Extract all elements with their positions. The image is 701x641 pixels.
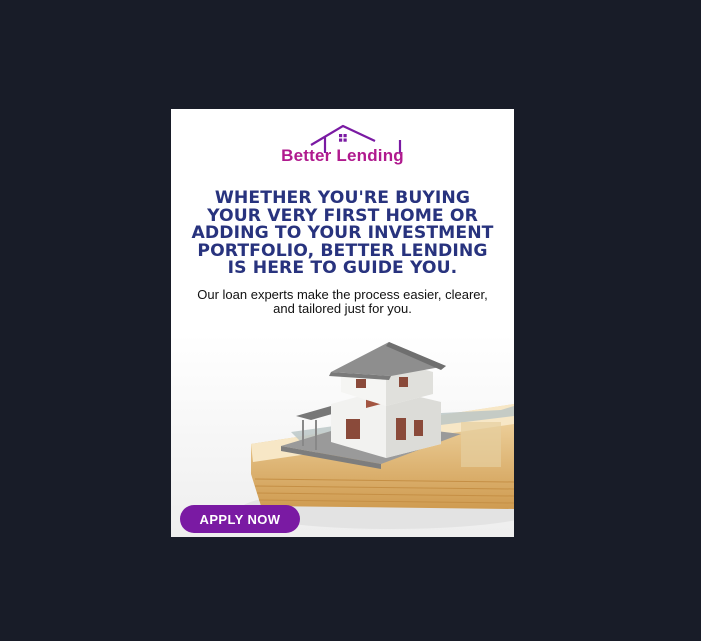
brand-name: Better Lending — [281, 146, 404, 165]
apply-now-button[interactable]: APPLY NOW — [180, 505, 300, 533]
brand-logo: Better Lending — [171, 123, 514, 169]
ad-banner[interactable]: Better Lending Whether you're buying you… — [171, 109, 514, 537]
ad-subtext: Our loan experts make the process easier… — [197, 287, 488, 316]
ad-headline: Whether you're buying your very first ho… — [191, 188, 494, 278]
